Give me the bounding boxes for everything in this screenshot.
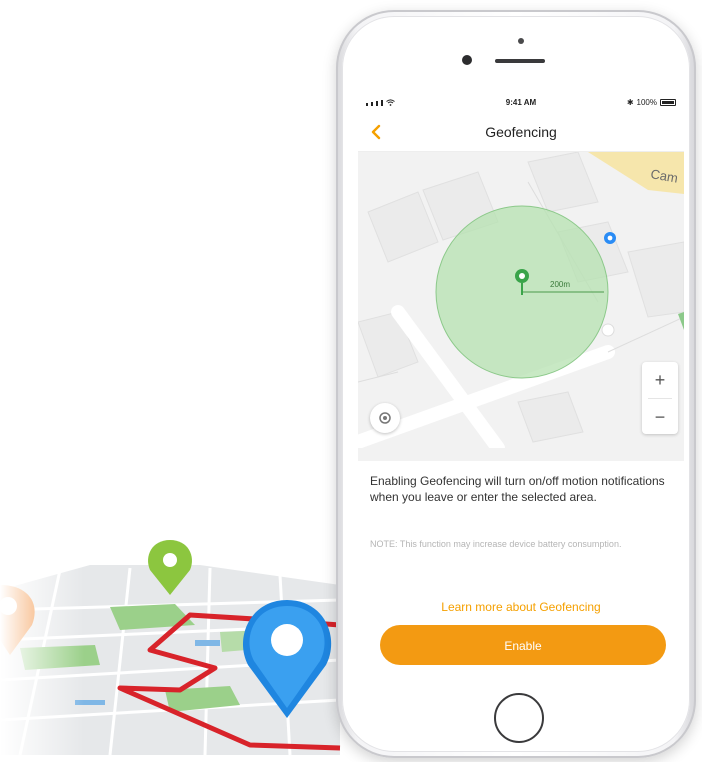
page-title: Geofencing xyxy=(485,124,557,140)
phone-screen: 9:41 AM ✱ 100% Geofencing Cam 200m + − E… xyxy=(358,93,684,690)
battery-percent: 100% xyxy=(636,98,657,107)
zoom-in-button[interactable]: + xyxy=(642,362,678,398)
phone-device: 9:41 AM ✱ 100% Geofencing Cam 200m + − E… xyxy=(336,10,696,758)
geofencing-info-card: Enabling Geofencing will turn on/off mot… xyxy=(358,461,684,690)
user-location-icon xyxy=(604,232,616,244)
geofencing-description: Enabling Geofencing will turn on/off mot… xyxy=(370,474,665,504)
battery-icon xyxy=(660,99,676,106)
home-button[interactable] xyxy=(494,693,544,743)
earpiece-speaker xyxy=(495,59,545,63)
geofence-resize-handle[interactable] xyxy=(601,323,615,337)
radius-label: 200m xyxy=(550,280,570,289)
status-bar: 9:41 AM ✱ 100% xyxy=(358,93,684,113)
zoom-controls: + − xyxy=(642,362,678,434)
geofence-map[interactable]: Cam 200m + − xyxy=(358,152,684,448)
map-canvas[interactable]: Cam 200m xyxy=(358,152,684,448)
bluetooth-icon: ✱ xyxy=(626,98,634,107)
locate-button[interactable] xyxy=(370,403,400,433)
enable-button[interactable]: Enable xyxy=(380,625,666,665)
target-icon xyxy=(379,412,391,424)
navigation-bar: Geofencing xyxy=(358,113,684,152)
front-camera-icon xyxy=(462,55,472,65)
proximity-sensor xyxy=(518,38,524,44)
battery-note: NOTE: This function may increase device … xyxy=(370,539,622,549)
learn-more-link[interactable]: Learn more about Geofencing xyxy=(358,600,684,614)
zoom-out-button[interactable]: − xyxy=(642,399,678,435)
offscreen-marker-icon xyxy=(678,312,684,330)
